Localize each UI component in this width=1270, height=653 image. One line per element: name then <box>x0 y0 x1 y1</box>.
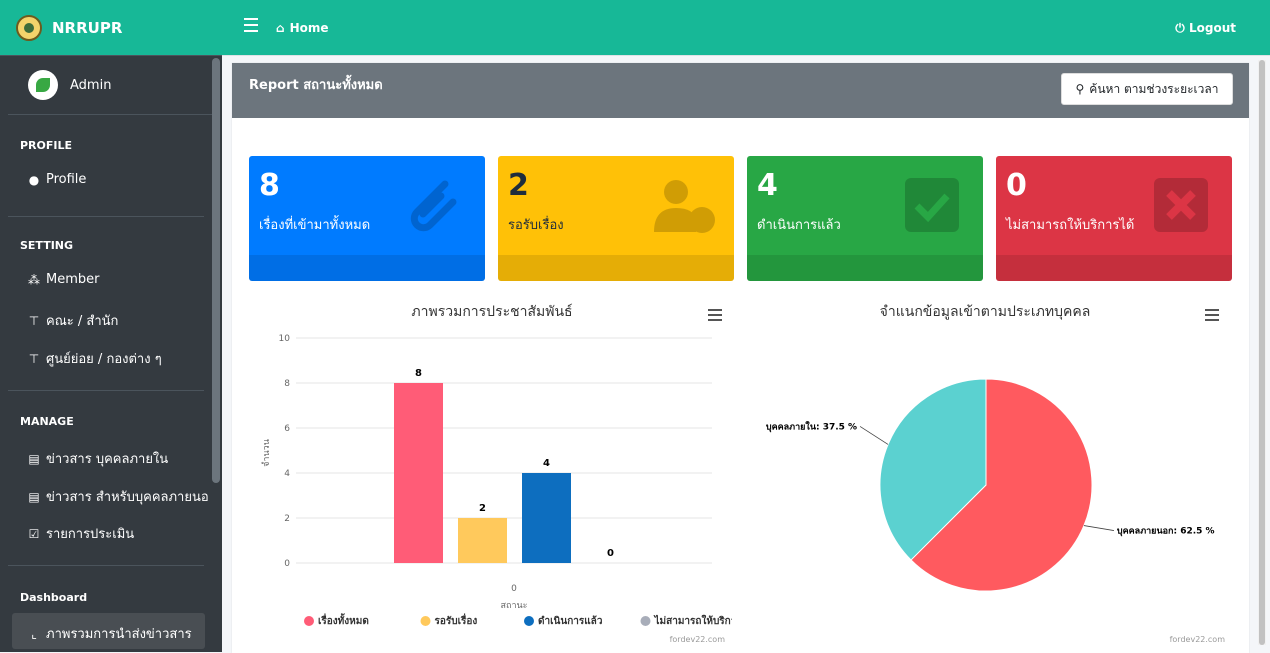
sidebar-item-label: ข่าวสาร บุคคลภายใน <box>46 452 169 467</box>
chart-credit: fordev22.com <box>1170 635 1226 644</box>
section-dashboard: Dashboard <box>20 591 88 604</box>
users-icon: ⁂ <box>28 272 40 287</box>
sidebar: NRRUPR Admin PROFILE ● Profile SETTING ⁂ M… <box>0 0 222 652</box>
sidebar-item-evaluation[interactable]: ☑ รายการประเมิน <box>26 523 135 544</box>
brand-link[interactable]: NRRUPR <box>0 0 222 56</box>
sidebar-item-label: ภาพรวมการนำส่งข่าวสาร <box>46 627 192 642</box>
avatar <box>28 70 58 100</box>
divider <box>8 390 204 391</box>
user-panel[interactable]: Admin <box>8 56 214 115</box>
divider <box>8 216 204 217</box>
sidebar-item-label: ศูนย์ย่อย / กองต่าง ๆ <box>46 352 162 367</box>
logout-label: Logout <box>1188 21 1236 35</box>
chart-line-icon: ⌞ <box>31 626 37 641</box>
user-icon: ● <box>28 172 40 187</box>
topbar: ⌂ Home ⏻ Logout <box>222 0 1270 56</box>
sidebar-item-centers[interactable]: ⊤ ศูนย์ย่อย / กองต่าง ๆ <box>26 348 162 369</box>
sidebar-item-member[interactable]: ⁂ Member <box>26 272 99 287</box>
section-profile: PROFILE <box>20 139 73 152</box>
sitemap-icon: ⊤ <box>28 351 40 366</box>
section-manage: MANAGE <box>20 415 74 428</box>
slice-label: บุคคลภายใน: 37.5 % <box>766 420 857 432</box>
sidebar-item-label: คณะ / สำนัก <box>46 314 119 329</box>
sidebar-item-label: ข่าวสาร สำหรับบุคคลภายนอ <box>46 490 209 505</box>
slice-label: บุคคลภายนอก: 62.5 % <box>1117 527 1215 537</box>
sidebar-item-profile[interactable]: ● Profile <box>26 172 87 187</box>
sidebar-item-label: Profile <box>46 172 87 187</box>
divider <box>8 565 204 566</box>
sidebar-item-label: Member <box>46 272 100 287</box>
logout-link[interactable]: ⏻ Logout <box>1175 21 1236 36</box>
sidebar-item-overview[interactable]: ⌞ ภาพรวมการนำส่งข่าวสาร <box>26 623 192 644</box>
section-setting: SETTING <box>20 239 74 252</box>
page-scrollbar[interactable] <box>1258 60 1266 645</box>
sidebar-scrollbar[interactable] <box>212 58 220 648</box>
newspaper-icon: ▤ <box>28 451 40 466</box>
home-icon: ⌂ <box>276 21 285 35</box>
menu-toggle-icon[interactable] <box>244 18 258 32</box>
report-card: Report สถานะทั้งหมด ⚲ ค้นหา ตามช่วงระยะเว… <box>232 63 1249 653</box>
user-name: Admin <box>70 77 112 93</box>
leader-line <box>1083 525 1114 531</box>
pie-chart: จำแนกข้อมูลเข้าตามประเภทบุคคล บุคคลภายนอ… <box>766 304 1226 644</box>
pie-chart-title: จำแนกข้อมูลเข้าตามประเภทบุคคล <box>880 304 1091 320</box>
leader-line <box>859 426 889 445</box>
university-logo-icon <box>16 14 42 41</box>
brand-text: NRRUPR <box>52 18 123 37</box>
home-link[interactable]: ⌂ Home <box>276 21 329 35</box>
sitemap-icon: ⊤ <box>28 313 40 328</box>
home-label: Home <box>289 21 329 35</box>
sidebar-item-faculty[interactable]: ⊤ คณะ / สำนัก <box>26 310 119 331</box>
sidebar-item-news-internal[interactable]: ▤ ข่าวสาร บุคคลภายใน <box>26 448 168 469</box>
newspaper-icon: ▤ <box>28 489 40 504</box>
check-box-icon: ☑ <box>28 526 40 541</box>
sidebar-item-news-external[interactable]: ▤ ข่าวสาร สำหรับบุคคลภายนอ <box>26 486 209 507</box>
sidebar-item-label: รายการประเมิน <box>46 527 135 542</box>
power-icon: ⏻ <box>1175 21 1185 35</box>
